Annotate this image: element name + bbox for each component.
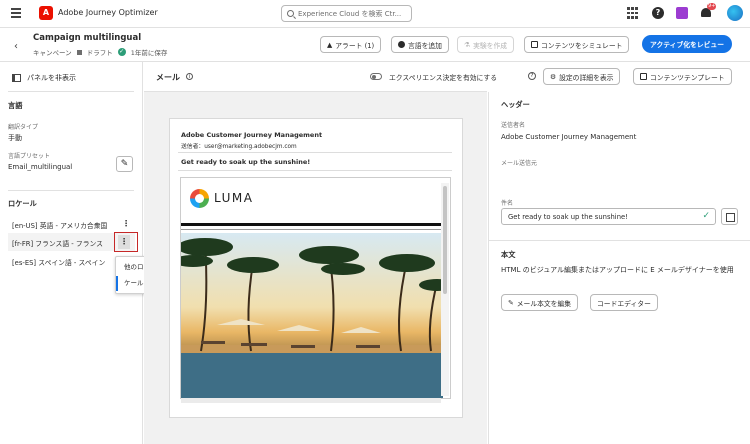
luma-brand-text: LUMA: [214, 191, 254, 205]
edit-email-body-button[interactable]: ✎ メール本文を編集: [501, 294, 579, 311]
divider: [178, 170, 452, 171]
view-settings-button[interactable]: ⚙ 設定の詳細を表示: [543, 68, 621, 85]
body-description: HTML のビジュアル編集またはアップロードに E メールデザイナーを使用: [501, 266, 734, 274]
divider: [8, 91, 134, 92]
sender-email-label: メール送信元: [501, 160, 538, 167]
subject-label: 件名: [501, 200, 514, 207]
email-from-name: Adobe Customer Journey Management: [181, 131, 323, 139]
hide-panel-label: パネルを非表示: [27, 74, 76, 82]
edit-preset-button[interactable]: ✎: [116, 156, 133, 172]
back-icon[interactable]: ‹: [14, 41, 18, 52]
alerts-label: アラート (1): [335, 41, 375, 50]
sender-name-value[interactable]: Adobe Customer Journey Management: [501, 133, 636, 141]
experience-decision-label: エクスペリエンス決定を有効にする: [389, 74, 498, 82]
alerts-button[interactable]: ▲ アラート (1): [320, 36, 382, 53]
experiment-icon: ⚗: [464, 40, 471, 49]
pencil-icon: ✎: [508, 298, 514, 307]
translation-type-value: 手動: [8, 134, 22, 142]
subject-input[interactable]: Get ready to soak up the sunshine! ✓: [501, 208, 716, 225]
subject-input-value: Get ready to soak up the sunshine!: [508, 213, 628, 221]
view-settings-label: 設定の詳細を表示: [559, 73, 614, 82]
simulate-label: コンテンツをシミュレート: [541, 41, 623, 50]
pencil-icon: ✎: [120, 159, 129, 169]
divider: [8, 190, 134, 191]
body-section-title: 本文: [501, 250, 516, 259]
create-experiment-button[interactable]: ⚗ 実験を作成: [457, 36, 515, 53]
preview-horizontal-scrollbar[interactable]: [181, 398, 441, 403]
review-activate-label: アクティブ化をレビュー: [650, 41, 725, 49]
simulate-icon: [531, 41, 538, 48]
left-panel: [0, 62, 143, 444]
more-options-icon[interactable]: ⋮: [122, 219, 130, 228]
content-template-label: コンテンツテンプレート: [650, 73, 725, 82]
search-input[interactable]: Experience Cloud を検索 Ctr...: [281, 5, 412, 22]
apps-grid-icon[interactable]: [627, 7, 639, 19]
chat-icon[interactable]: [676, 7, 688, 19]
adobe-logo[interactable]: A: [39, 6, 53, 20]
translation-type-label: 翻訳タイプ: [8, 124, 39, 131]
divider: [178, 152, 452, 153]
email-sender: 送信者：user@marketing.adobecjm.com: [181, 144, 297, 150]
panel-icon: [12, 74, 21, 82]
alert-icon: ▲: [327, 40, 333, 49]
divider: [489, 240, 750, 241]
notification-badge: 9+: [707, 3, 717, 10]
sender-name-label: 送信者名: [501, 122, 526, 129]
add-language-label: 言語を追加: [408, 41, 442, 50]
experience-decision-toggle[interactable]: [370, 73, 382, 80]
avatar[interactable]: [727, 5, 743, 21]
header-section-title: ヘッダー: [501, 100, 530, 109]
add-language-button[interactable]: 言語を追加: [391, 36, 449, 53]
campaign-meta: キャンペーン ドラフト ✓ 1年前に保存: [33, 47, 167, 57]
locale-item-en-us[interactable]: [en-US] 英語 - アメリカ合衆国: [12, 220, 107, 230]
locale-section-title: ロケール: [8, 199, 37, 208]
language-preset-value: Email_multilingual: [8, 163, 73, 171]
globe-icon: [398, 41, 405, 48]
luma-logo-icon: [190, 189, 209, 208]
help-icon[interactable]: ?: [652, 7, 664, 19]
saved-check-icon: ✓: [117, 48, 126, 56]
language-section-title: 言語: [8, 101, 23, 110]
email-subject: Get ready to soak up the sunshine!: [181, 158, 311, 166]
email-title: メール: [156, 73, 180, 82]
code-editor-label: コードエディター: [597, 299, 651, 308]
menu-icon[interactable]: [11, 8, 21, 18]
hide-panel-button[interactable]: パネルを非表示: [12, 73, 76, 83]
page-title: Campaign multilingual: [33, 33, 142, 43]
valid-check-icon: ✓: [702, 211, 710, 221]
template-icon: [640, 73, 647, 80]
review-activate-button[interactable]: アクティブ化をレビュー: [642, 35, 733, 53]
settings-icon: ⚙: [550, 72, 557, 81]
meta-status: ドラフト: [86, 49, 113, 57]
beach-photo: [181, 233, 443, 398]
search-icon: [287, 10, 294, 17]
meta-type: キャンペーン: [33, 49, 72, 57]
code-editor-button[interactable]: コードエディター: [590, 294, 658, 311]
search-placeholder: Experience Cloud を検索 Ctr...: [298, 10, 402, 18]
simulate-content-button[interactable]: コンテンツをシミュレート: [524, 36, 630, 53]
draft-status-icon: [76, 49, 82, 55]
divider: [181, 223, 443, 226]
locale-item-es-es[interactable]: [es-ES] スペイン語 - スペイン: [12, 257, 105, 267]
content-template-button[interactable]: コンテンツテンプレート: [633, 68, 732, 85]
more-options-icon[interactable]: ⋮: [118, 235, 130, 249]
preview-scrollbar-thumb[interactable]: [443, 186, 447, 294]
create-experiment-label: 実験を作成: [473, 41, 508, 50]
meta-saved: 1年前に保存: [130, 49, 168, 57]
divider: [181, 229, 443, 230]
edit-email-body-label: メール本文を編集: [516, 299, 572, 308]
language-preset-label: 言語プリセット: [8, 153, 51, 160]
locale-item-fr-fr[interactable]: [fr-FR] フランス語 - フランス: [12, 238, 103, 248]
info-icon[interactable]: i: [186, 73, 193, 80]
help-circle-icon[interactable]: ?: [528, 72, 536, 80]
app-name[interactable]: Adobe Journey Optimizer: [58, 8, 158, 17]
personalize-button[interactable]: [721, 208, 738, 225]
